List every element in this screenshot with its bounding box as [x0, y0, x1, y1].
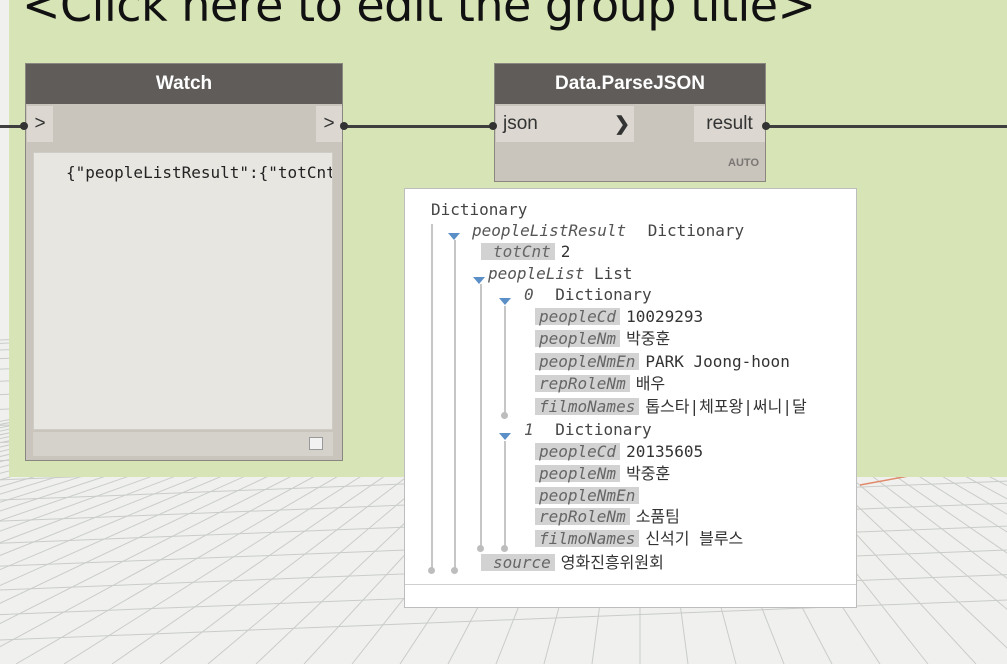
tree-node-people-list[interactable]: peopleList List	[488, 264, 633, 284]
tree-guide-end	[501, 545, 508, 552]
tree-leaf: repRoleNm 소품팀	[535, 507, 680, 527]
tree-guide-end	[428, 567, 435, 574]
result-output-connector[interactable]	[762, 122, 770, 130]
tree-key: totCnt	[481, 243, 555, 260]
tree-key: peopleNm	[535, 465, 621, 482]
json-input-label: json	[503, 113, 538, 134]
result-output-port[interactable]: result	[694, 106, 765, 142]
tree-value: 배우	[635, 374, 666, 393]
tree-key: peopleNm	[535, 330, 621, 347]
node-preview-panel[interactable]: Dictionary peopleListResult Dictionary t…	[404, 188, 857, 608]
tree-leaf: peopleCd 10029293	[535, 307, 703, 327]
tree-guide-end	[477, 545, 484, 552]
tree-type: List	[593, 264, 633, 283]
tree-guide-end	[501, 412, 508, 419]
tree-leaf: filmoNames 신석기 블루스	[535, 529, 743, 549]
wire-parse-output	[766, 125, 1007, 128]
watch-display[interactable]: {"peopleListResult":{"totCnt":2,"peopleL…	[33, 152, 333, 430]
tree-value: PARK Joong-hoon	[645, 352, 790, 371]
watch-input-port[interactable]: >	[27, 106, 53, 142]
json-input-connector[interactable]	[489, 122, 497, 130]
root-type: Dictionary	[431, 200, 527, 220]
tree-leaf: peopleCd 20135605	[535, 442, 703, 462]
tree-value: 소품팀	[635, 507, 680, 526]
tree-index: 1	[524, 420, 534, 439]
tree-key: peopleCd	[535, 443, 621, 460]
watch-output-port[interactable]: >	[316, 106, 342, 142]
watch-input-connector[interactable]	[20, 122, 28, 130]
wire-watch-to-parse	[344, 125, 494, 128]
tree-key: repRoleNm	[535, 508, 630, 525]
watch-input-port-label: >	[34, 113, 46, 134]
root-type-label: Dictionary	[431, 200, 528, 219]
tree-value: 톱스타|체포왕|써니|달	[645, 397, 807, 416]
tree-value: 10029293	[626, 307, 704, 326]
tree-key: peopleListResult	[472, 221, 627, 240]
tree-type: Dictionary	[555, 420, 652, 439]
tree-guide-line	[504, 306, 506, 416]
tree-leaf: repRoleNm 배우	[535, 374, 665, 394]
tree-node-people-list-result[interactable]: peopleListResult Dictionary	[472, 221, 744, 241]
expand-triangle-icon[interactable]	[448, 233, 460, 240]
tree-key: peopleNmEn	[535, 487, 640, 504]
workspace-canvas[interactable]: <Click here to edit the group title> Wat…	[0, 0, 1007, 664]
tree-leaf: peopleNm 박중훈	[535, 464, 670, 484]
watch-node-title[interactable]: Watch	[26, 64, 342, 104]
chevron-right-icon: ❯	[614, 113, 630, 135]
parse-json-node[interactable]: Data.ParseJSON json ❯ result AUTO	[494, 63, 766, 182]
tree-leaf: peopleNm 박중훈	[535, 329, 670, 349]
tree-key: peopleCd	[535, 308, 621, 325]
tree-key: filmoNames	[535, 530, 640, 547]
tree-guide-line	[504, 441, 506, 547]
tree-value: 박중훈	[626, 464, 671, 483]
tree-index: 0	[524, 285, 534, 304]
tree-key: peopleList	[488, 264, 585, 283]
tree-guide-line	[480, 284, 482, 547]
tree-value: 박중훈	[626, 329, 671, 348]
tree-type: Dictionary	[555, 285, 652, 304]
lacing-indicator[interactable]: AUTO	[728, 157, 759, 169]
expand-triangle-icon[interactable]	[499, 433, 511, 440]
watch-footer	[33, 432, 333, 456]
tree-key: source	[481, 554, 555, 571]
resize-handle-icon[interactable]	[309, 437, 323, 450]
parse-json-node-title[interactable]: Data.ParseJSON	[495, 64, 765, 104]
tree-guide-line	[454, 240, 456, 569]
tree-node-item-0[interactable]: 0 Dictionary	[524, 285, 652, 305]
json-input-port[interactable]: json ❯	[496, 106, 634, 142]
tree-guide-end	[451, 567, 458, 574]
tree-value: 신석기 블루스	[645, 529, 744, 548]
expand-triangle-icon[interactable]	[499, 298, 511, 305]
tree-value: 2	[560, 242, 571, 261]
preview-footer	[405, 584, 856, 607]
tree-key: peopleNmEn	[535, 353, 640, 370]
watch-output-port-label: >	[323, 113, 335, 134]
group-title[interactable]: <Click here to edit the group title>	[22, 0, 816, 32]
expand-triangle-icon[interactable]	[473, 277, 485, 284]
watch-node[interactable]: Watch > > {"peopleListResult":{"totCnt":…	[25, 63, 343, 461]
tree-key: repRoleNm	[535, 375, 630, 392]
tree-value: 영화진흥위원회	[560, 553, 664, 572]
tree-leaf: filmoNames 톱스타|체포왕|써니|달	[535, 397, 807, 417]
tree-guide-line	[431, 224, 433, 569]
tree-node-item-1[interactable]: 1 Dictionary	[524, 420, 652, 440]
tree-value: 20135605	[626, 442, 704, 461]
tree-leaf: peopleNmEn PARK Joong-hoon	[535, 352, 790, 372]
tree-leaf-tot-cnt: totCnt 2	[481, 242, 570, 262]
tree-key: filmoNames	[535, 398, 640, 415]
result-output-label: result	[706, 113, 753, 134]
watch-output-connector[interactable]	[340, 122, 348, 130]
tree-leaf-source: source 영화진흥위원회	[481, 553, 664, 573]
watch-content-text: {"peopleListResult":{"totCnt":2,"peopleL…	[66, 163, 332, 182]
tree-leaf: peopleNmEn	[535, 486, 645, 506]
tree-type: Dictionary	[647, 221, 745, 240]
